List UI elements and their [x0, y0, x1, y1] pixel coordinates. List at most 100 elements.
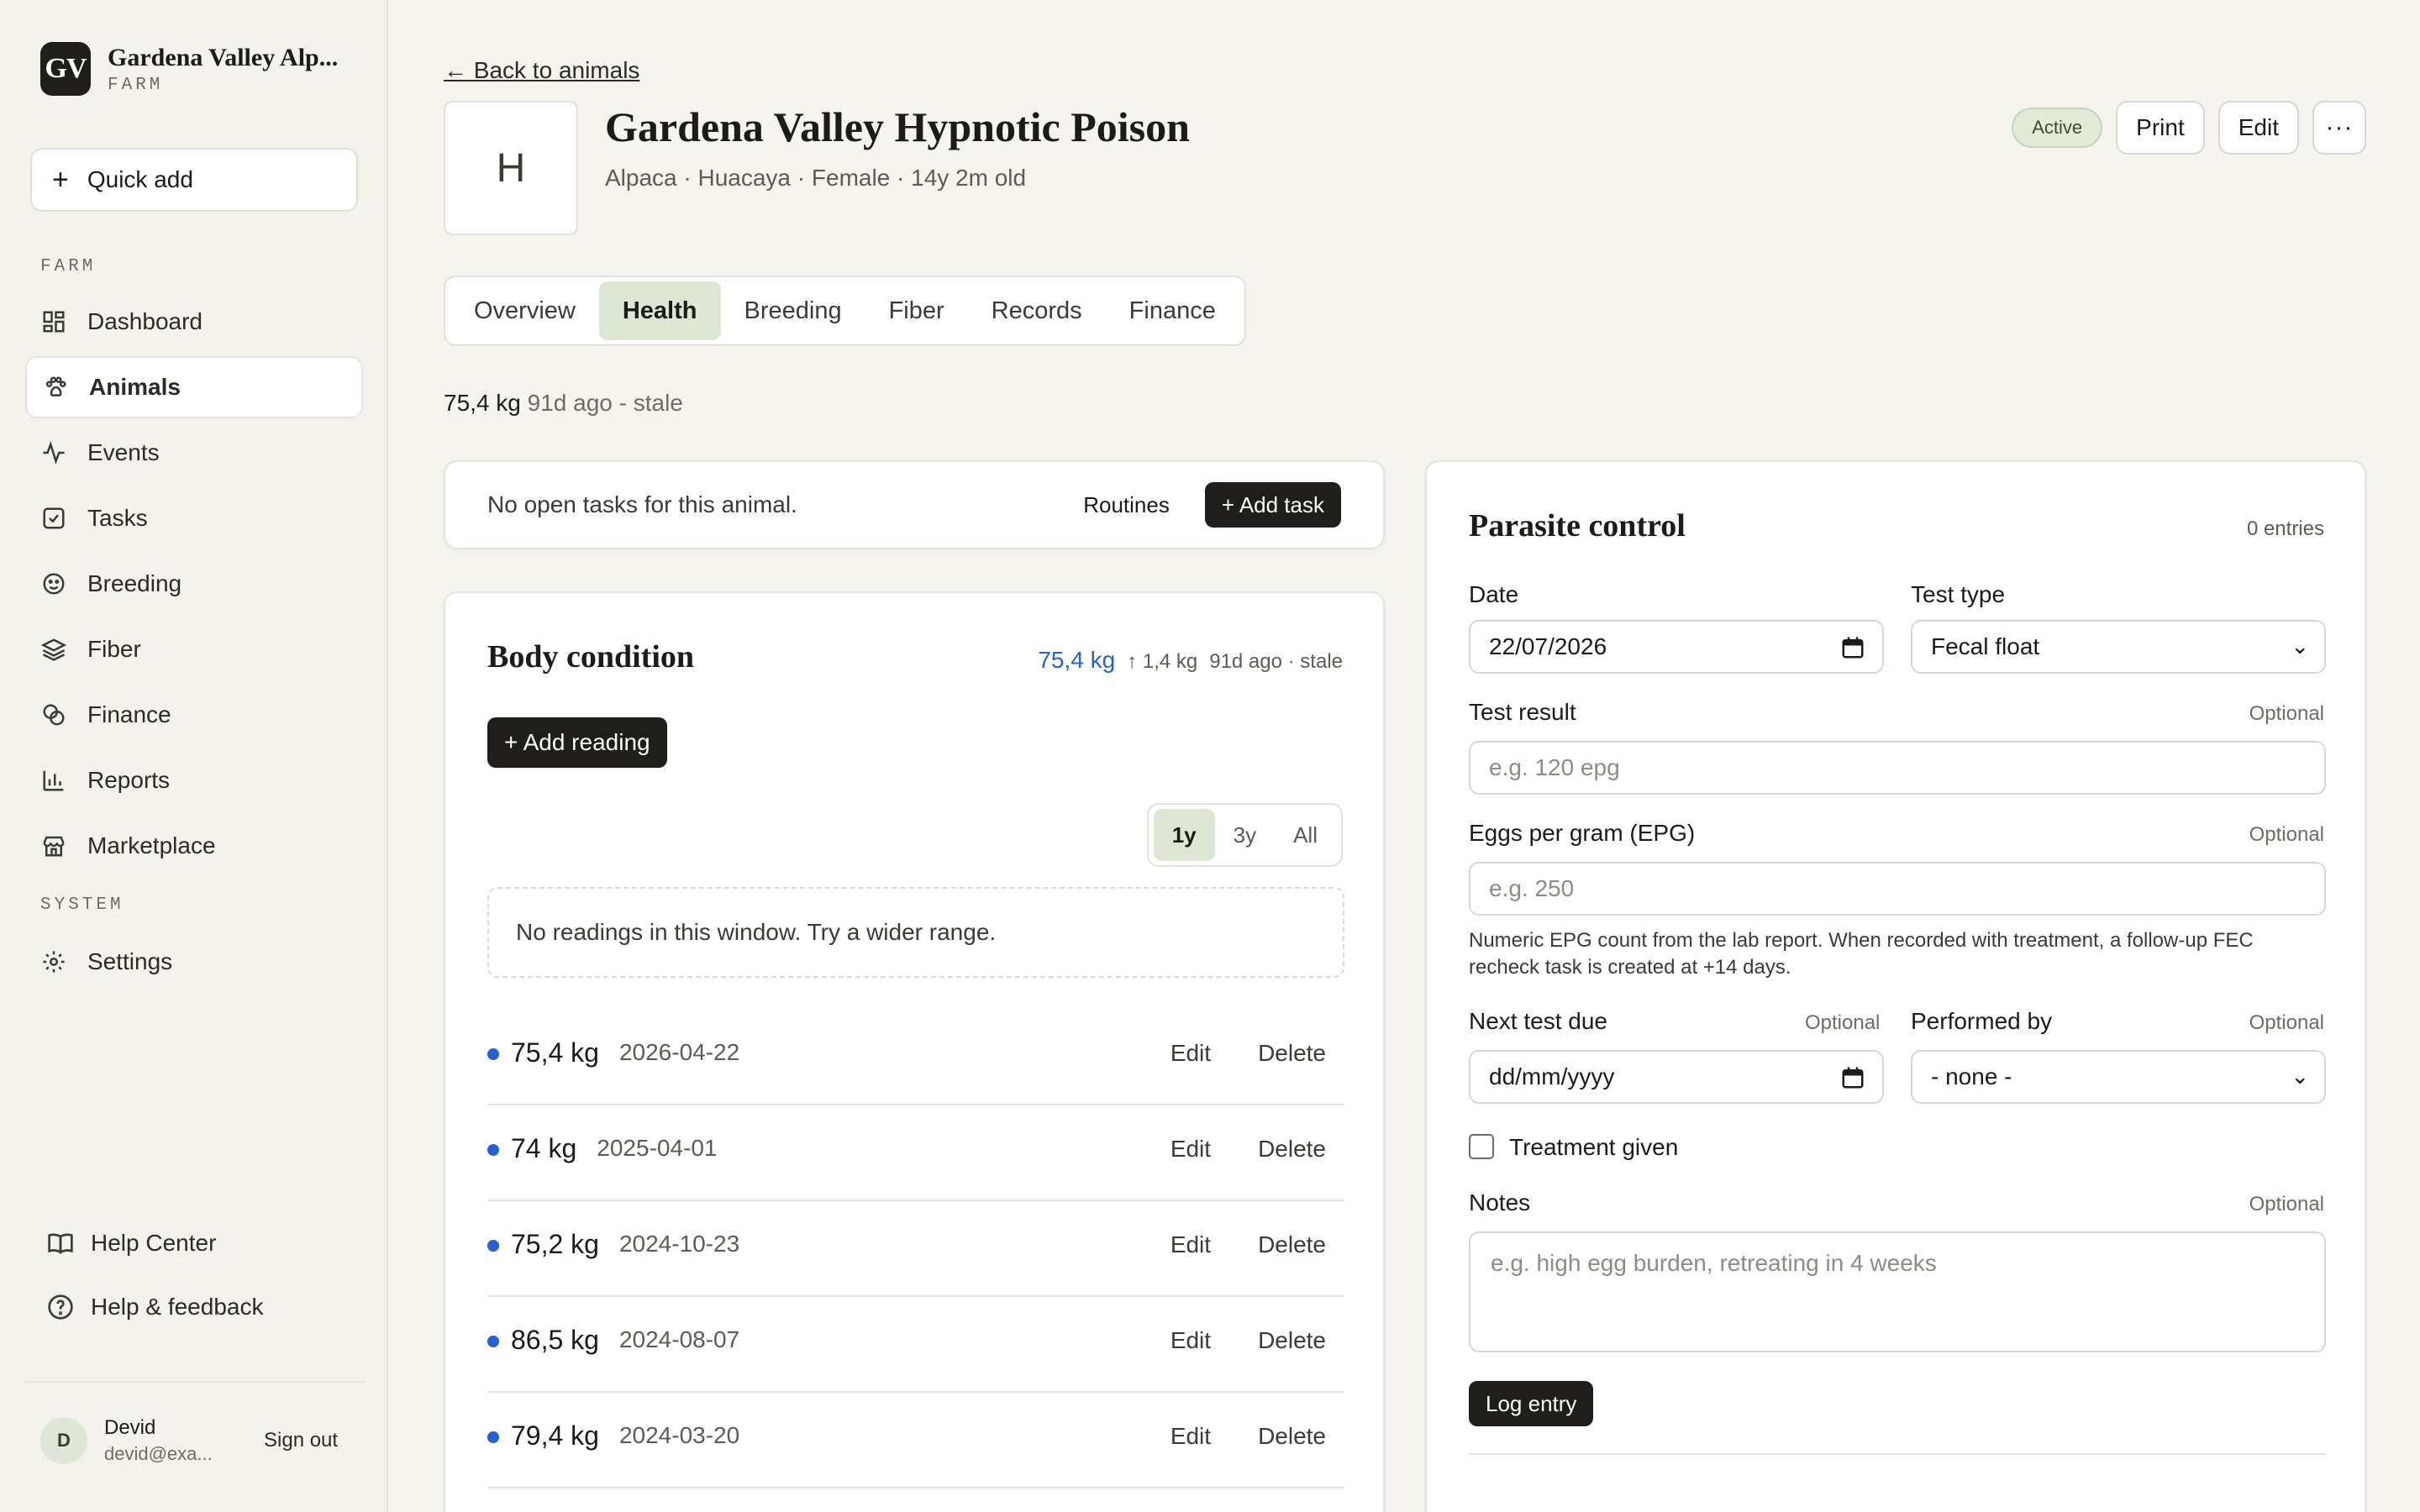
delete-reading-button[interactable]: Delete [1258, 1423, 1326, 1450]
readings-list: 75,4 kg 2026-04-22 Edit Delete 74 kg 202… [487, 1010, 1344, 1488]
reading-date: 2024-08-07 [618, 1326, 740, 1352]
range-1y[interactable]: 1y [1153, 809, 1215, 861]
tab-records[interactable]: Records [968, 281, 1106, 340]
log-entry-button[interactable]: Log entry [1469, 1381, 1594, 1426]
delete-reading-button[interactable]: Delete [1258, 1136, 1326, 1163]
tab-bar: Overview Health Breeding Fiber Records F… [444, 276, 1246, 346]
reading-dot [487, 1336, 499, 1347]
sidebar-item-breeding[interactable]: Breeding [25, 553, 363, 615]
user-card: D Devid devid@exa... Sign out [25, 1381, 365, 1499]
optional-tag: Optional [2249, 1193, 2324, 1215]
date-label: Date [1469, 581, 1519, 607]
delete-reading-button[interactable]: Delete [1258, 1040, 1326, 1067]
sidebar-item-label: Animals [89, 374, 181, 400]
header-actions: Active Print Edit ··· [2012, 101, 2366, 155]
help-center-label: Help Center [91, 1230, 217, 1256]
sidebar-item-settings[interactable]: Settings [25, 931, 363, 993]
sign-out-button[interactable]: Sign out [264, 1429, 338, 1452]
edit-reading-button[interactable]: Edit [1171, 1136, 1211, 1163]
body-condition-title: Body condition [487, 639, 695, 675]
edit-reading-button[interactable]: Edit [1171, 1327, 1211, 1354]
entries-count: 0 entries [2246, 517, 2324, 540]
edit-reading-button[interactable]: Edit [1171, 1231, 1211, 1258]
next-test-label: Next test due [1469, 1008, 1607, 1034]
reading-date: 2026-04-22 [618, 1039, 740, 1065]
treatment-given-label: Treatment given [1509, 1134, 1679, 1160]
treatment-given-checkbox[interactable] [1469, 1134, 1494, 1159]
coins-icon [40, 701, 67, 728]
sidebar-item-tasks[interactable]: Tasks [25, 487, 363, 549]
sidebar-item-label: Marketplace [87, 832, 216, 858]
body-condition-card: Body condition 75,4 kg ↑ 1,4 kg 91d ago … [444, 591, 1385, 1512]
brand[interactable]: GV Gardena Valley Alp... FARM [40, 42, 338, 96]
test-result-placeholder: e.g. 120 epg [1489, 754, 1620, 780]
weight-delta: ↑ 1,4 kg [1127, 650, 1198, 673]
body-condition-latest: 75,4 kg ↑ 1,4 kg 91d ago · stale [1038, 647, 1343, 674]
range-3y[interactable]: 3y [1215, 809, 1275, 861]
chevron-down-icon: ⌄ [2291, 1063, 2309, 1089]
next-test-date-input[interactable]: dd/mm/yyyy [1469, 1050, 1884, 1104]
reading-weight: 75,2 kg [511, 1228, 599, 1259]
tab-finance[interactable]: Finance [1106, 281, 1239, 340]
help-circle-icon [48, 1294, 73, 1320]
back-to-animals-link[interactable]: ← Back to animals [444, 57, 639, 84]
list-item: 75,2 kg 2024-10-23 Edit Delete [487, 1201, 1344, 1297]
reading-date: 2024-10-23 [618, 1231, 740, 1257]
checkbox-icon [40, 505, 67, 532]
delete-reading-button[interactable]: Delete [1258, 1231, 1326, 1258]
reading-dot [487, 1240, 499, 1252]
sidebar-item-dashboard[interactable]: Dashboard [25, 291, 363, 353]
tab-health[interactable]: Health [598, 281, 721, 340]
delete-reading-button[interactable]: Delete [1258, 1327, 1326, 1354]
parasite-control-title: Parasite control [1469, 508, 1686, 543]
sidebar-item-label: Settings [87, 948, 173, 974]
reading-dot [487, 1048, 499, 1060]
range-all[interactable]: All [1275, 809, 1336, 861]
sidebar-item-reports[interactable]: Reports [25, 749, 363, 811]
epg-label: Eggs per gram (EPG) [1469, 820, 1696, 846]
help-center-link[interactable]: Help Center [47, 1222, 216, 1264]
sidebar-item-events[interactable]: Events [25, 422, 363, 484]
quick-add-button[interactable]: + Quick add [30, 148, 358, 212]
add-reading-button[interactable]: + Add reading [487, 717, 667, 768]
tab-fiber[interactable]: Fiber [865, 281, 968, 340]
edit-reading-button[interactable]: Edit [1171, 1423, 1211, 1450]
list-item: 75,4 kg 2026-04-22 Edit Delete [487, 1010, 1344, 1105]
sidebar-item-fiber[interactable]: Fiber [25, 618, 363, 680]
sidebar-item-label: Reports [87, 767, 171, 793]
sidebar-item-animals[interactable]: Animals [25, 356, 363, 418]
epg-help-text: Numeric EPG count from the lab report. W… [1469, 929, 2254, 979]
notes-label: Notes [1469, 1189, 1531, 1215]
notes-textarea[interactable]: e.g. high egg burden, retreating in 4 we… [1469, 1231, 2326, 1352]
date-input[interactable]: 22/07/2026 [1469, 620, 1884, 674]
edit-button[interactable]: Edit [2217, 101, 2299, 155]
more-options-button[interactable]: ··· [2312, 101, 2366, 155]
sidebar-item-marketplace[interactable]: Marketplace [25, 815, 363, 877]
tab-breeding[interactable]: Breeding [721, 281, 865, 340]
print-button[interactable]: Print [2116, 101, 2205, 155]
performed-by-select[interactable]: - none - ⌄ [1911, 1050, 2326, 1104]
test-result-input[interactable]: e.g. 120 epg [1469, 741, 2326, 795]
tab-overview[interactable]: Overview [450, 281, 599, 340]
sidebar-item-finance[interactable]: Finance [25, 684, 363, 746]
weight-summary: 75,4 kg 91d ago - stale [444, 390, 683, 417]
page-title: Gardena Valley Hypnotic Poison [605, 103, 1190, 150]
help-feedback-link[interactable]: Help & feedback [47, 1286, 263, 1328]
edit-reading-button[interactable]: Edit [1171, 1040, 1211, 1067]
reading-weight: 79,4 kg [511, 1420, 599, 1451]
weight-age: 91d ago · stale [1209, 650, 1343, 673]
epg-input[interactable]: e.g. 250 [1469, 862, 2326, 916]
brand-name: Gardena Valley Alp... [108, 43, 339, 71]
reading-date: 2024-03-20 [618, 1422, 740, 1448]
sidebar-item-label: Breeding [87, 570, 182, 596]
test-type-select[interactable]: Fecal float ⌄ [1911, 620, 2326, 674]
chart-empty-state: No readings in this window. Try a wider … [487, 887, 1344, 978]
date-value: 22/07/2026 [1489, 633, 1607, 659]
brand-subtitle: FARM [108, 75, 164, 95]
sidebar-item-label: Fiber [87, 636, 141, 662]
user-name: Devid [104, 1416, 156, 1439]
bar-chart-icon [40, 767, 67, 794]
routines-button[interactable]: Routines [1083, 492, 1170, 518]
add-task-button[interactable]: + Add task [1204, 482, 1341, 528]
reading-weight: 75,4 kg [511, 1037, 599, 1068]
